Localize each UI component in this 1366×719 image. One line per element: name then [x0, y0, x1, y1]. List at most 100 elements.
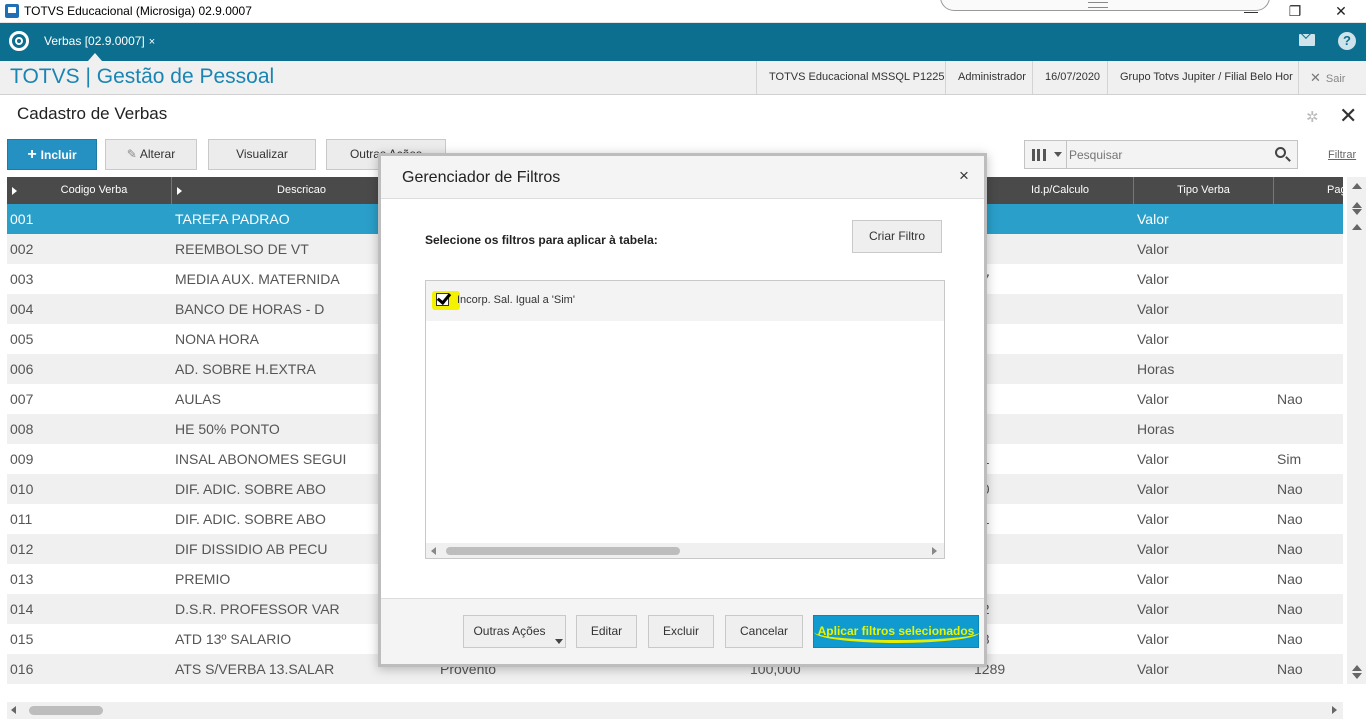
cell-pag: Sim: [1277, 451, 1302, 467]
cell-pag: Nao: [1277, 631, 1303, 647]
cell-codigo: 001: [10, 211, 34, 227]
close-icon: ✕: [1310, 70, 1321, 85]
column-header-tipo-verba[interactable]: Tipo Verba: [1134, 177, 1274, 204]
column-header-idcalculo[interactable]: Id.p/Calculo: [987, 177, 1134, 204]
cell-idcalculo: [974, 354, 1124, 384]
search-input[interactable]: [1069, 144, 1269, 165]
scroll-up-icon[interactable]: [1352, 183, 1362, 189]
cell-tipo-verba: Valor: [1137, 511, 1169, 527]
cell-codigo: 015: [10, 631, 34, 647]
scroll-down-icon[interactable]: [1352, 673, 1362, 679]
dialog-close-button[interactable]: ×: [959, 166, 969, 186]
gear-icon[interactable]: ✲: [1306, 108, 1319, 126]
columns-selector[interactable]: [1025, 141, 1067, 168]
cell-idcalculo: 50: [974, 474, 1124, 504]
cell-codigo: 003: [10, 271, 34, 287]
scroll-up-icon[interactable]: [1352, 202, 1362, 208]
cell-codigo: 005: [10, 331, 34, 347]
cell-pag: [1277, 354, 1337, 384]
help-icon[interactable]: ?: [1338, 32, 1356, 50]
tab-label: Verbas [02.9.0007]: [44, 34, 145, 48]
dialog-header: Gerenciador de Filtros ×: [381, 156, 984, 199]
grip-icon: [1088, 2, 1108, 8]
scrollbar-thumb[interactable]: [446, 547, 680, 555]
app-top-bar: Verbas [02.9.0007] × ?: [0, 23, 1366, 61]
search-icon[interactable]: [1275, 147, 1286, 158]
scroll-left-icon[interactable]: [11, 706, 16, 714]
cell-codigo: 008: [10, 421, 34, 437]
alterar-button[interactable]: ✎ Alterar: [105, 139, 197, 170]
minimize-button[interactable]: —: [1228, 1, 1274, 21]
plus-icon: +: [27, 146, 37, 163]
tab-verbas[interactable]: Verbas [02.9.0007] ×: [38, 28, 161, 56]
vertical-scrollbar[interactable]: [1347, 177, 1366, 684]
environment-label: TOTVS Educacional MSSQL P1225: [756, 61, 956, 94]
scroll-up-icon[interactable]: [1352, 224, 1362, 230]
page-close-button[interactable]: ✕: [1339, 103, 1357, 129]
cell-codigo: 010: [10, 481, 34, 497]
criar-filtro-button[interactable]: Criar Filtro: [852, 220, 942, 253]
dialog-prompt: Selecione os filtros para aplicar à tabe…: [425, 233, 658, 247]
page-title: Cadastro de Verbas: [17, 104, 168, 123]
cell-tipo-verba: Valor: [1137, 571, 1169, 587]
scrollbar-thumb[interactable]: [29, 706, 103, 715]
cell-idcalculo: [974, 324, 1124, 354]
cell-tipo-verba: Valor: [1137, 631, 1169, 647]
cell-pag: [1277, 294, 1337, 324]
horizontal-scrollbar[interactable]: [7, 702, 1343, 719]
incluir-button[interactable]: + Incluir: [7, 139, 97, 170]
scroll-right-icon[interactable]: [1332, 706, 1337, 714]
scroll-right-icon[interactable]: [932, 547, 937, 555]
mail-icon[interactable]: [1299, 34, 1315, 46]
visualizar-button[interactable]: Visualizar: [208, 139, 316, 170]
tab-close-icon[interactable]: ×: [149, 36, 155, 48]
cell-idcalculo: 51: [974, 504, 1124, 534]
cell-idcalculo: 02: [974, 594, 1124, 624]
cell-pag: Nao: [1277, 571, 1303, 587]
active-tab-indicator: [88, 53, 102, 61]
cell-idcalculo: 1289: [974, 661, 1006, 677]
user-label: Administrador: [945, 61, 1038, 94]
cell-idcalculo: [974, 534, 1124, 564]
cell-tipo-verba: Valor: [1137, 481, 1169, 497]
window-title-bar: TOTVS Educacional (Microsiga) 02.9.0007 …: [0, 0, 1366, 23]
cell-codigo: 013: [10, 571, 34, 587]
columns-icon: [1032, 149, 1046, 161]
cancelar-button[interactable]: Cancelar: [725, 615, 803, 648]
logout-button[interactable]: ✕ Sair: [1298, 61, 1366, 94]
filter-list-scrollbar[interactable]: [426, 543, 944, 558]
filter-label: Incorp. Sal. Igual a 'Sim': [457, 294, 575, 306]
app-icon: [5, 4, 19, 18]
dialog-title: Gerenciador de Filtros: [402, 169, 561, 186]
app-header: TOTVS | Gestão de Pessoal TOTVS Educacio…: [0, 61, 1366, 95]
window-title: TOTVS Educacional (Microsiga) 02.9.0007: [24, 4, 252, 18]
incluir-label: Incluir: [40, 148, 77, 162]
excluir-button[interactable]: Excluir: [648, 615, 714, 648]
list-item[interactable]: Incorp. Sal. Igual a 'Sim': [426, 281, 944, 321]
filtrar-link[interactable]: Filtrar: [1328, 149, 1356, 161]
cell-codigo: 004: [10, 301, 34, 317]
date-label: 16/07/2020: [1032, 61, 1112, 94]
aplicar-filtros-button[interactable]: Aplicar filtros selecionados: [813, 615, 980, 648]
maximize-button[interactable]: ❐: [1272, 1, 1318, 21]
cell-codigo: 009: [10, 451, 34, 467]
cell-codigo: 014: [10, 601, 34, 617]
outras-acoes-dialog-button[interactable]: Outras Ações: [463, 615, 566, 648]
cell-pag: Nao: [1277, 601, 1303, 617]
cell-tipo-verba: Valor: [1137, 271, 1169, 287]
window-close-button[interactable]: ✕: [1318, 1, 1364, 21]
column-header-pag[interactable]: Pag: [1274, 177, 1343, 204]
scroll-left-icon[interactable]: [431, 547, 436, 555]
cell-pag: Nao: [1277, 541, 1303, 557]
checkbox-icon[interactable]: [436, 293, 449, 306]
totvs-logo-icon[interactable]: [9, 31, 29, 51]
column-header-codigo[interactable]: Codigo Verba: [17, 177, 172, 204]
scroll-down-icon[interactable]: [1352, 209, 1362, 215]
editar-button[interactable]: Editar: [576, 615, 637, 648]
brand-title: TOTVS | Gestão de Pessoal: [10, 65, 275, 88]
cell-idcalculo: [974, 204, 1124, 234]
scroll-up-icon[interactable]: [1352, 665, 1362, 671]
cell-idcalculo: [974, 564, 1124, 594]
cell-idcalculo: [974, 234, 1124, 264]
cell-idcalculo: 88: [974, 624, 1124, 654]
